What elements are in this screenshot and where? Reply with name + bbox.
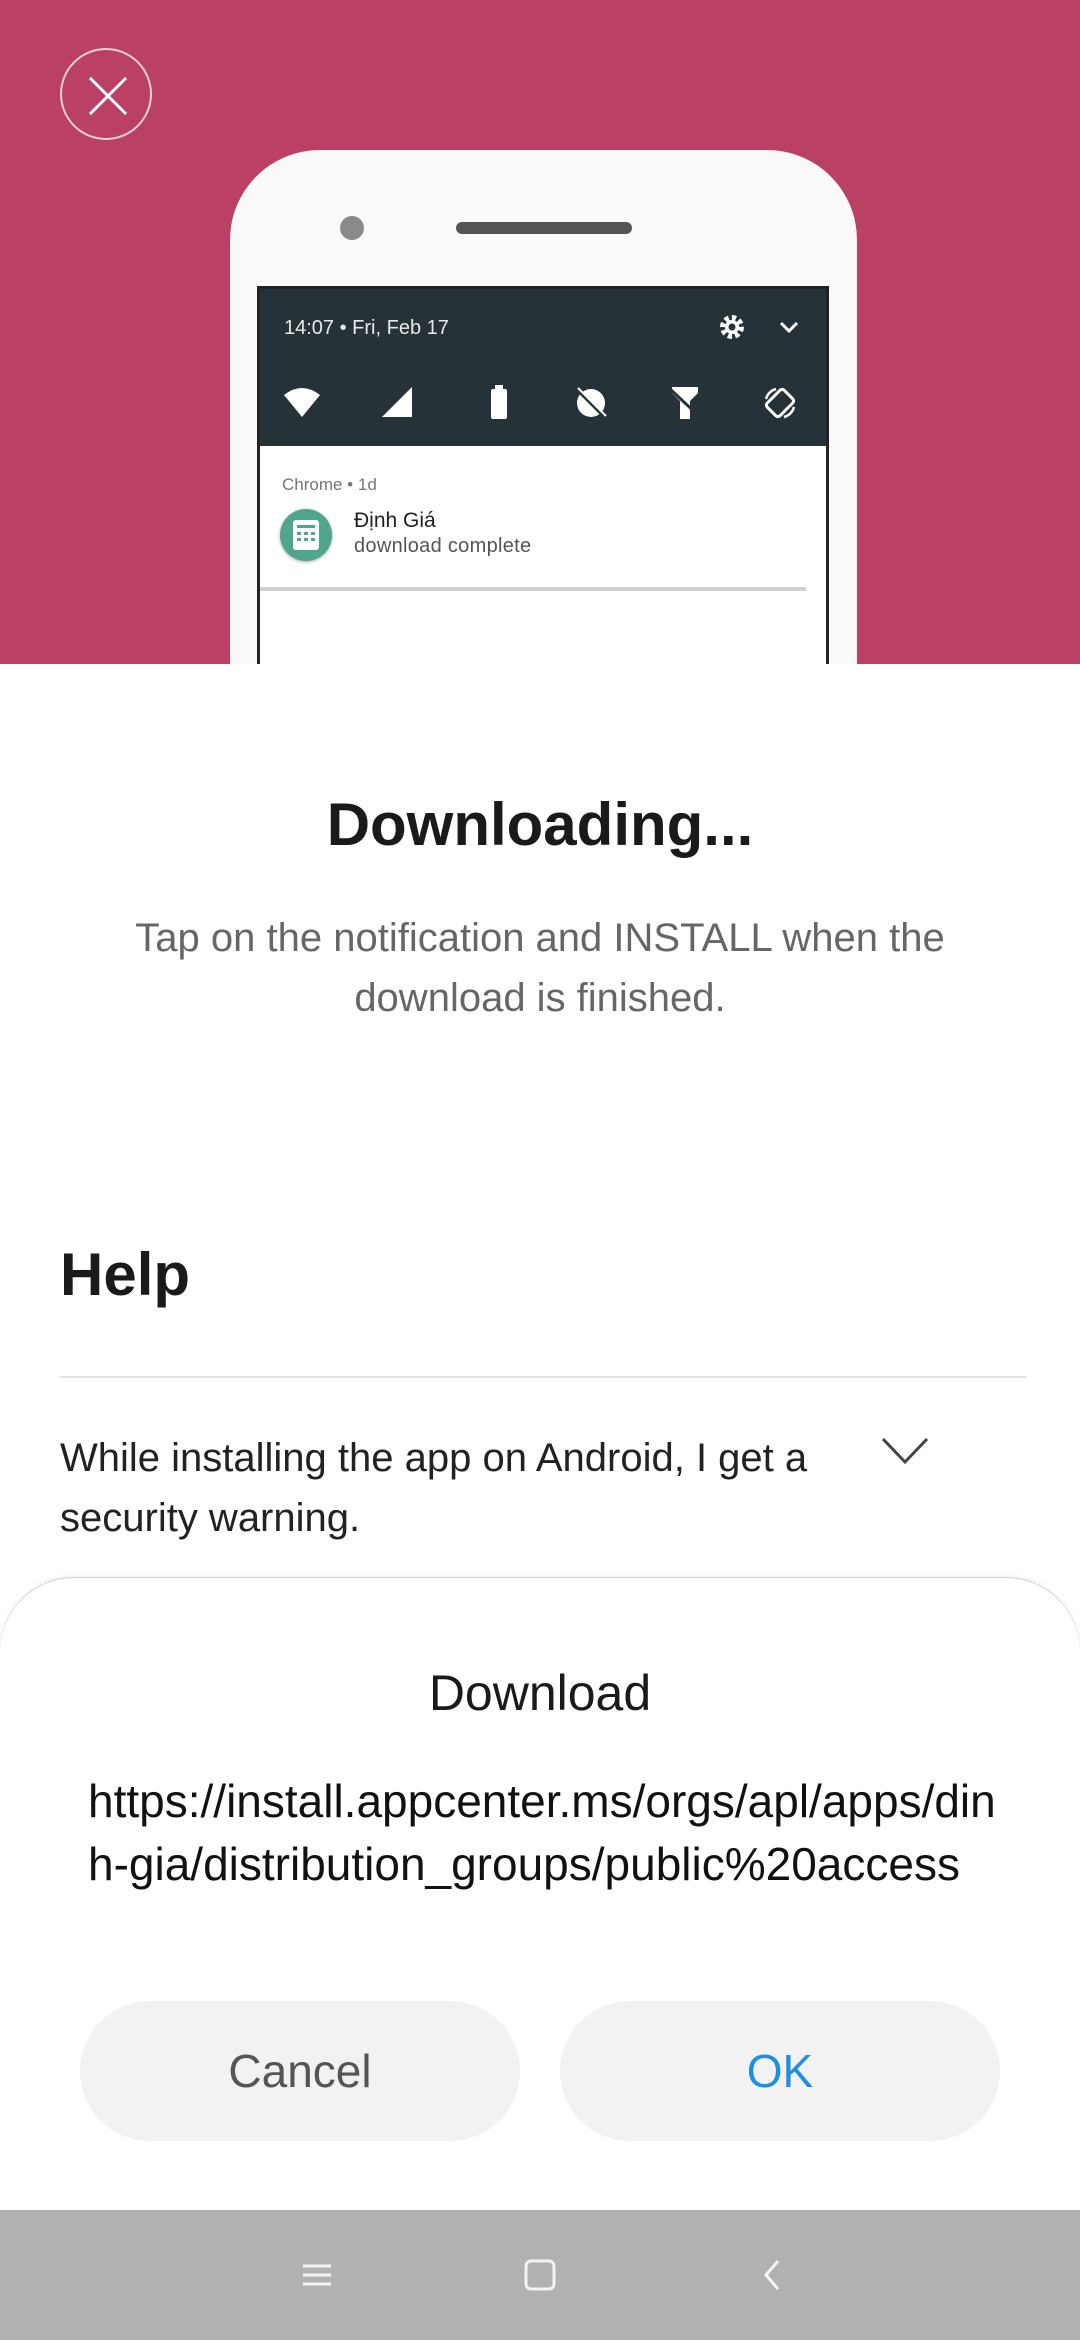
dialog-title: Download — [428, 1665, 652, 1721]
hero-banner: 14:07 • Fri, Feb 17 Chrome • 1d Định Giá… — [0, 0, 1080, 664]
app-icon — [280, 509, 332, 561]
signal-icon — [382, 387, 412, 417]
download-dialog: Download https://install.appcenter.ms/or… — [0, 1578, 1080, 2212]
help-heading: Help — [60, 1241, 191, 1308]
menu-icon[interactable] — [300, 2258, 334, 2292]
battery-icon — [491, 385, 507, 419]
notification-title: Định Giá — [354, 509, 436, 532]
ok-button[interactable]: OK — [560, 2001, 1000, 2141]
install-instructions: Tap on the notification and INSTALL when… — [135, 916, 945, 1020]
status-time: 14:07 • Fri, Feb 17 — [284, 317, 449, 339]
page-title: Downloading... — [326, 791, 754, 858]
back-icon[interactable] — [756, 2258, 790, 2292]
chevron-down-icon[interactable] — [880, 1436, 930, 1466]
gear-icon — [720, 315, 744, 339]
home-icon[interactable] — [523, 2258, 557, 2292]
phone-screen: 14:07 • Fri, Feb 17 Chrome • 1d Định Giá… — [257, 286, 829, 664]
close-icon — [88, 76, 128, 116]
system-nav-bar — [0, 2210, 1080, 2340]
notification-text: download complete — [354, 535, 532, 557]
dnd-icon — [577, 387, 607, 417]
notification-shade: 14:07 • Fri, Feb 17 — [260, 289, 826, 446]
flashlight-icon — [670, 387, 700, 419]
wifi-icon — [284, 388, 320, 417]
notification-source: Chrome • 1d — [282, 475, 377, 494]
divider — [60, 1376, 1026, 1378]
chevron-down-icon — [779, 321, 799, 334]
cancel-button[interactable]: Cancel — [80, 2001, 520, 2141]
close-button[interactable] — [60, 48, 152, 140]
download-url: https://install.appcenter.ms/orgs/apl/ap… — [88, 1775, 996, 1890]
auto-rotate-icon — [764, 387, 796, 419]
phone-speaker — [456, 222, 632, 234]
phone-illustration: 14:07 • Fri, Feb 17 Chrome • 1d Định Giá… — [230, 150, 857, 664]
notification-divider — [260, 587, 806, 591]
faq-question[interactable]: While installing the app on Android, I g… — [60, 1428, 860, 1548]
phone-camera — [340, 216, 364, 240]
